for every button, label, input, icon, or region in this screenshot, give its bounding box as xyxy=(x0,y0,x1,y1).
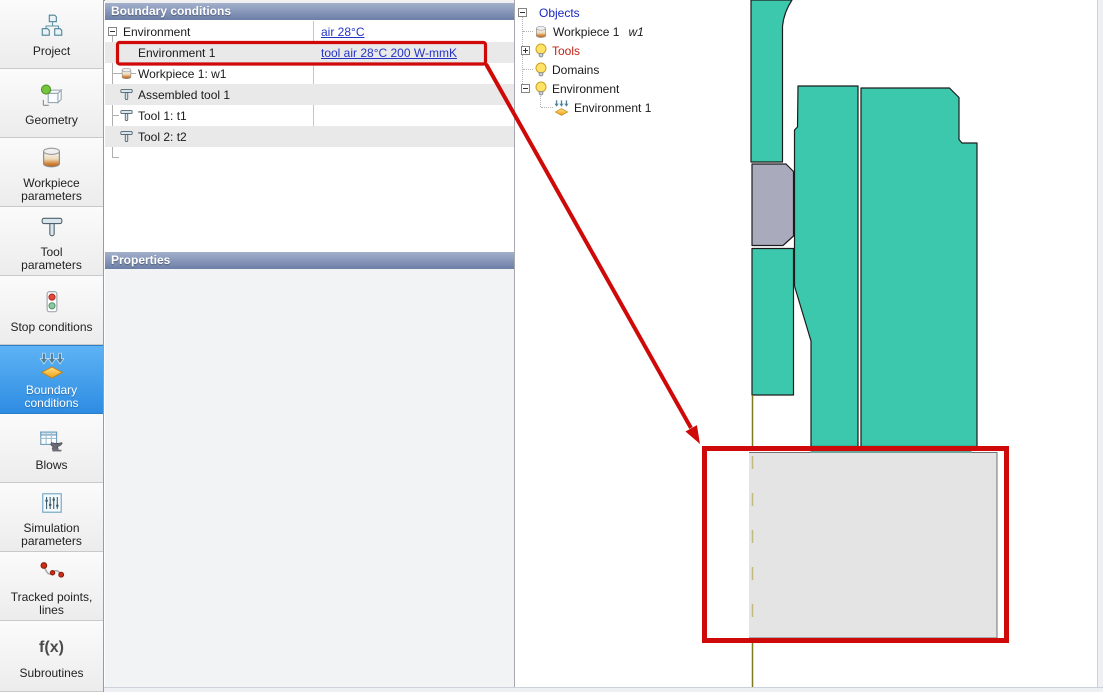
table-row-tool-2[interactable]: Tool 2: t2 xyxy=(105,126,514,147)
row-label: Tool 2: t2 xyxy=(138,130,187,144)
geometry-icon xyxy=(39,79,65,111)
contact-strip xyxy=(811,446,972,453)
tree-item-label: Domains xyxy=(552,63,599,77)
tree-item-label: Workpiece 1 xyxy=(553,25,619,39)
tree-connector xyxy=(112,157,119,158)
sidebar-item-label: Stop conditions xyxy=(10,321,92,334)
boundary-conditions-table: Environment air 28°C Environment 1 tool … xyxy=(105,21,514,147)
tool-icon xyxy=(119,87,134,102)
tool-shape-middle-column xyxy=(795,86,859,447)
function-fx-icon: f(x) xyxy=(39,632,64,664)
tree-item-label: Environment xyxy=(552,82,619,96)
tree-item-tools[interactable]: Tools xyxy=(515,41,749,60)
sidebar-item-stop-conditions[interactable]: Stop conditions xyxy=(0,276,103,345)
sidebar-item-label: Simulation parameters xyxy=(9,522,95,548)
environment-value-link[interactable]: air 28°C xyxy=(321,25,364,39)
workpiece-cylinder-icon xyxy=(119,66,134,81)
application-window: Project Geometry xyxy=(0,0,1103,692)
row-label: Environment xyxy=(123,25,190,39)
tree-item-label: Tools xyxy=(552,44,580,58)
sidebar-item-label: Boundary conditions xyxy=(9,384,95,410)
sidebar-item-label: Tool parameters xyxy=(9,246,95,272)
sliders-icon xyxy=(39,487,65,519)
blows-anvil-icon xyxy=(38,424,65,456)
tool-shape-right-column xyxy=(861,88,977,447)
row-label: Assembled tool 1 xyxy=(138,88,230,102)
expand-box-icon[interactable] xyxy=(521,46,530,55)
row-label: Workpiece 1: w1 xyxy=(138,67,226,81)
tree-item-environment-1[interactable]: Environment 1 xyxy=(515,98,749,117)
tree-item-domains[interactable]: Domains xyxy=(515,60,749,79)
collapse-box-icon[interactable] xyxy=(518,8,527,17)
boundary-conditions-panel: Boundary conditions Environment air 28°C… xyxy=(105,0,514,692)
row-label: Environment 1 xyxy=(138,46,215,60)
die-region-rect xyxy=(749,453,997,639)
sidebar-item-label: Project xyxy=(33,45,70,58)
sidebar-item-boundary-conditions[interactable]: Boundary conditions xyxy=(0,345,103,414)
environment-1-value-link[interactable]: tool air 28°C 200 W-mmK xyxy=(321,46,457,60)
sidebar-item-label: Blows xyxy=(35,459,67,472)
tree-item-environment[interactable]: Environment xyxy=(515,79,749,98)
sidebar-item-label: Tracked points, lines xyxy=(9,591,95,617)
tree-item-label: Objects xyxy=(539,6,580,20)
sidebar-item-project[interactable]: Project xyxy=(0,0,103,69)
collapse-box-icon[interactable] xyxy=(521,84,530,93)
sidebar-item-workpiece-parameters[interactable]: Workpiece parameters xyxy=(0,138,103,207)
workpiece-cylinder-icon xyxy=(38,142,65,174)
tool-shape-gray-block xyxy=(752,164,794,246)
bulb-icon xyxy=(534,43,548,59)
table-row-workpiece-1[interactable]: Workpiece 1: w1 xyxy=(105,63,514,84)
properties-header: Properties xyxy=(105,252,514,269)
sidebar-item-label: Geometry xyxy=(25,114,78,127)
sidebar-item-tool-parameters[interactable]: Tool parameters xyxy=(0,207,103,276)
objects-tree-panel: Objects Workpiece 1 w1 Tools xyxy=(515,0,749,692)
table-row-tool-1[interactable]: Tool 1: t1 xyxy=(105,105,514,126)
tree-item-label: Environment 1 xyxy=(574,101,651,115)
tool-icon xyxy=(39,211,65,243)
sidebar-item-tracked-points-lines[interactable]: Tracked points, lines xyxy=(0,552,103,621)
viewport-scene xyxy=(749,0,1097,692)
boundary-conditions-icon xyxy=(553,99,570,116)
sidebar-item-simulation-parameters[interactable]: Simulation parameters xyxy=(0,483,103,552)
tracked-points-icon xyxy=(39,556,65,588)
tree-item-workpiece-1[interactable]: Workpiece 1 w1 xyxy=(515,22,749,41)
sidebar-item-subroutines[interactable]: f(x) Subroutines xyxy=(0,621,103,692)
properties-content xyxy=(105,269,514,687)
tree-item-suffix: w1 xyxy=(628,25,643,39)
window-bottom-edge xyxy=(104,687,1103,692)
sidebar-item-geometry[interactable]: Geometry xyxy=(0,69,103,138)
collapse-box-icon[interactable] xyxy=(108,27,117,36)
tree-item-objects[interactable]: Objects xyxy=(515,3,749,22)
row-label: Tool 1: t1 xyxy=(138,109,187,123)
sidebar: Project Geometry xyxy=(0,0,104,692)
tool-shape-lower-left-block xyxy=(752,249,794,396)
tool-shape-upper-strip xyxy=(751,0,792,162)
project-icon xyxy=(39,10,65,42)
workpiece-cylinder-icon xyxy=(533,24,549,40)
sidebar-item-label: Subroutines xyxy=(19,667,83,680)
table-row-assembled-tool-1[interactable]: Assembled tool 1 xyxy=(105,84,514,105)
window-right-edge xyxy=(1097,0,1103,692)
sidebar-item-blows[interactable]: Blows xyxy=(0,414,103,483)
tool-icon xyxy=(119,129,134,144)
boundary-conditions-icon xyxy=(38,349,66,381)
traffic-light-icon xyxy=(39,286,65,318)
bulb-icon xyxy=(534,62,548,78)
viewport-3d[interactable] xyxy=(749,0,1097,692)
table-row-environment-1[interactable]: Environment 1 tool air 28°C 200 W-mmK xyxy=(105,42,514,63)
table-row-environment[interactable]: Environment air 28°C xyxy=(105,21,514,42)
tool-icon xyxy=(119,108,134,123)
boundary-conditions-header: Boundary conditions xyxy=(105,3,514,20)
sidebar-item-label: Workpiece parameters xyxy=(9,177,95,203)
bulb-icon xyxy=(534,81,548,97)
